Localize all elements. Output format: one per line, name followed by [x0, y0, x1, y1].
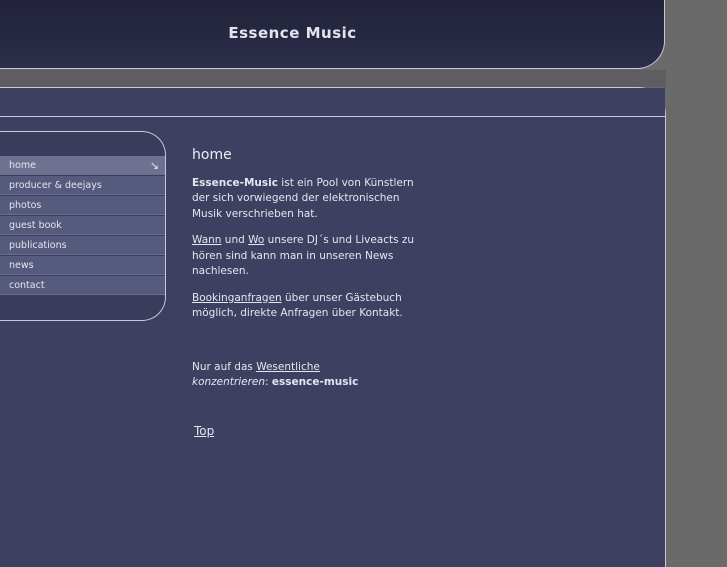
nav-item-label: photos	[9, 200, 42, 211]
closing-paragraph: Nur auf das Wesentliche konzentrieren: es…	[192, 360, 432, 391]
nav-item-label: news	[9, 260, 34, 271]
page-title: home	[192, 147, 232, 163]
nav-item-contact[interactable]: contact	[0, 276, 165, 295]
nav-item-label: home	[9, 160, 36, 171]
closing-colon: :	[265, 376, 272, 388]
main-nav: home ↘ producer & deejays photos guest b…	[0, 156, 165, 296]
header-gap	[0, 70, 666, 87]
brand-name: Essence-Music	[192, 176, 278, 189]
nav-item-label: contact	[9, 280, 45, 291]
booking-paragraph: Bookinganfragen über unser Gästebuch mög…	[192, 291, 432, 322]
slogan-brand: essence-music	[271, 376, 359, 388]
nav-item-guest-book[interactable]: guest book	[0, 216, 165, 235]
content-divider	[0, 116, 665, 117]
essentials-link[interactable]: Wesentliche	[256, 361, 320, 373]
and-text: und	[221, 234, 249, 246]
back-to-top-link[interactable]: Top	[194, 424, 214, 438]
nav-item-photos[interactable]: photos	[0, 196, 165, 215]
nav-item-publications[interactable]: publications	[0, 236, 165, 255]
nav-item-news[interactable]: news	[0, 256, 165, 275]
nav-item-home[interactable]: home ↘	[0, 156, 165, 175]
nav-item-label: guest book	[9, 220, 62, 231]
nav-item-label: publications	[9, 240, 67, 251]
intro-paragraph: Essence-Music ist ein Pool von Künstlern…	[192, 176, 432, 223]
where-link[interactable]: Wo	[248, 234, 264, 246]
nav-item-label: producer & deejays	[9, 180, 102, 191]
main-content: home Essence-Music ist ein Pool von Küns…	[192, 147, 432, 402]
nav-item-producer-deejays[interactable]: producer & deejays	[0, 176, 165, 195]
closing-prefix: Nur auf das	[192, 360, 257, 373]
site-title: Essence Music	[228, 24, 357, 42]
booking-link[interactable]: Bookinganfragen	[192, 292, 282, 304]
content-top-band	[0, 88, 665, 116]
arrow-down-right-icon: ↘	[149, 159, 159, 172]
focus-emphasis: konzentrieren	[192, 376, 266, 388]
when-link[interactable]: Wann	[192, 234, 221, 246]
news-paragraph: Wann und Wo unsere DJ´s und Liveacts zu …	[192, 233, 432, 280]
